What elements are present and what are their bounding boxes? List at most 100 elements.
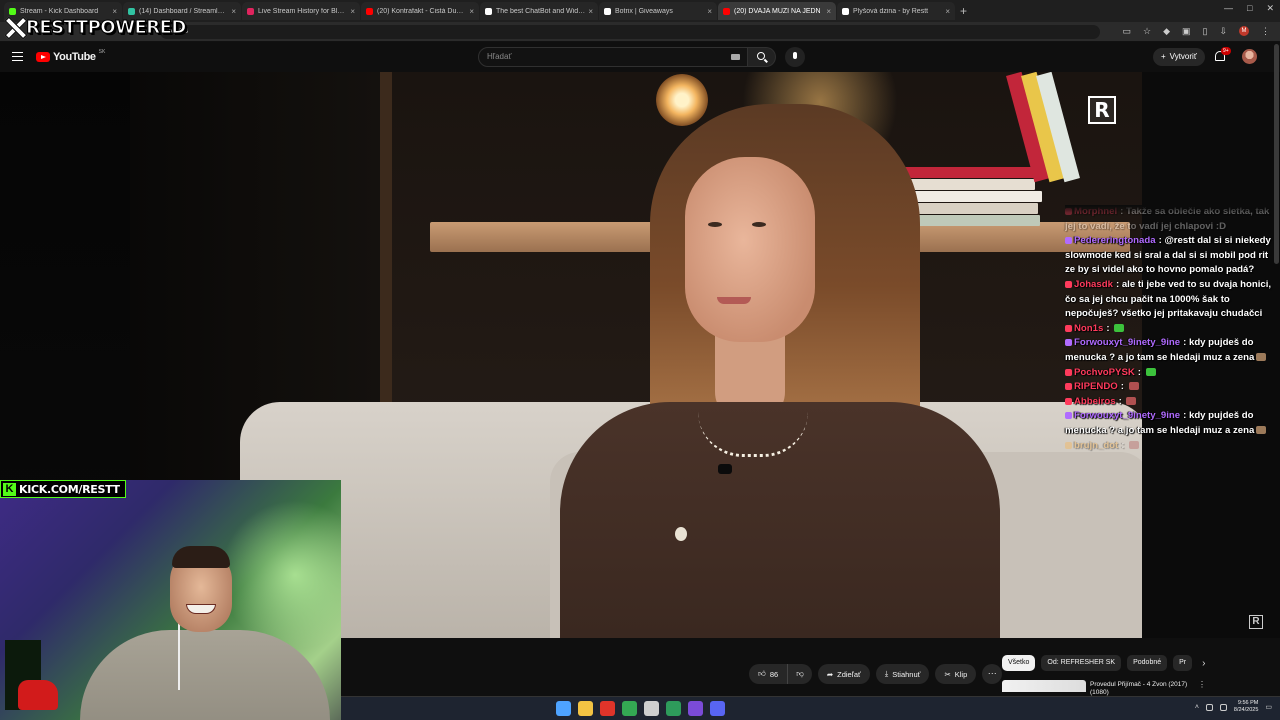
chat-emote-icon: [1145, 367, 1156, 376]
chat-badge-icon: [1065, 412, 1072, 420]
sidebar-icon[interactable]: ▯: [1203, 26, 1208, 37]
network-icon[interactable]: [1205, 703, 1213, 711]
tab-close-icon[interactable]: ×: [469, 7, 474, 16]
browser-tab[interactable]: (20) DVAJA MUŽI NA JEDN ×: [718, 2, 836, 20]
tab-close-icon[interactable]: ×: [588, 7, 593, 16]
close-window-button[interactable]: ✕: [1266, 3, 1274, 14]
video-subject-eye: [752, 222, 766, 227]
chat-username: Pedereringtonada: [1074, 235, 1156, 247]
extension-icon[interactable]: ◆: [1163, 26, 1170, 37]
video-scene-lamp: [656, 74, 708, 126]
voice-search-button[interactable]: [785, 47, 805, 67]
keyboard-icon[interactable]: [731, 54, 740, 60]
youtube-logo[interactable]: YouTube SK: [36, 49, 105, 63]
browser-toolbar-icons: ▭ ☆ ◆ ▣ ▯ ⇩ M ⋮: [1122, 26, 1270, 37]
chat-username: Abbeiros: [1074, 395, 1116, 407]
plus-icon: +: [1161, 52, 1166, 61]
account-avatar[interactable]: [1242, 49, 1257, 64]
like-button[interactable]: 👍︎ 86: [749, 664, 789, 684]
notification-center-icon[interactable]: ▭: [1265, 703, 1272, 711]
tab-close-icon[interactable]: ×: [350, 7, 355, 16]
kick-channel-badge: K KICK.COM/RESTT: [0, 480, 126, 498]
cast-icon[interactable]: ▭: [1122, 26, 1131, 37]
downloads-icon[interactable]: ⇩: [1219, 26, 1227, 37]
chat-separator: :: [1106, 322, 1113, 334]
more-actions-button[interactable]: ···: [982, 664, 1003, 684]
browser-tab[interactable]: Plyšová dzina - by Restt ×: [837, 2, 955, 20]
clock-time: 9:56 PM: [1237, 700, 1259, 706]
screen: Stream - Kick Dashboard × (14) Dashboard /…: [0, 0, 1280, 720]
youtube-header: YouTube SK Hľadať + Vytvoriť 9+: [0, 42, 1280, 72]
mascot-figure: [18, 680, 58, 710]
tab-favicon-icon: [723, 7, 730, 15]
tab-title: The best ChatBot and Widgets: [496, 7, 586, 15]
share-arrow-icon: ➦: [826, 669, 834, 679]
tray-chevron-icon[interactable]: ˄: [1195, 704, 1199, 711]
tab-close-icon[interactable]: ×: [826, 7, 831, 16]
chrome-icon[interactable]: [622, 701, 637, 716]
brave-browser-icon[interactable]: [600, 701, 615, 716]
search-button[interactable]: [748, 47, 776, 67]
start-icon[interactable]: [556, 701, 571, 716]
file-explorer-icon[interactable]: [578, 701, 593, 716]
minimize-button[interactable]: —: [1224, 3, 1233, 14]
search-icon: [757, 52, 765, 60]
browser-tab[interactable]: The best ChatBot and Widgets ×: [480, 2, 598, 20]
chat-emote-icon: [1129, 440, 1140, 449]
video-actions: 👍︎ 86 👎︎ ➦ Zdieľať ⤓ Stiahnuť ✂ Klip ···: [749, 664, 1003, 684]
tab-title: (20) Kontrafakt - Čistá Duša pr: [377, 7, 467, 15]
browser-tab[interactable]: (20) Kontrafakt - Čistá Duša pr ×: [361, 2, 479, 20]
volume-icon[interactable]: [1219, 703, 1227, 711]
download-button[interactable]: ⤓ Stiahnuť: [875, 664, 930, 684]
chat-username: Forwouxyt_9inety_9ine: [1074, 337, 1181, 349]
chips-next-icon[interactable]: ›: [1202, 658, 1205, 669]
maximize-button[interactable]: □: [1247, 3, 1252, 14]
chat-badge-icon: [1065, 441, 1072, 449]
page-scrollbar[interactable]: [1274, 44, 1279, 264]
obs-icon[interactable]: [688, 701, 703, 716]
extensions-puzzle-icon[interactable]: ▣: [1182, 26, 1191, 37]
chat-badge-icon: [1065, 383, 1072, 391]
browser-tab[interactable]: Live Stream History for Blerp S ×: [242, 2, 360, 20]
browser-tab[interactable]: Botrix | Giveaways ×: [599, 2, 717, 20]
app-icon[interactable]: [644, 701, 659, 716]
tab-favicon-icon: [842, 7, 849, 15]
clip-button[interactable]: ✂ Klip: [935, 664, 977, 684]
create-button[interactable]: + Vytvoriť: [1153, 48, 1205, 66]
bookmark-star-icon[interactable]: ☆: [1143, 26, 1151, 37]
recommendation-thumbnail[interactable]: [1002, 680, 1086, 692]
discord-icon[interactable]: [710, 701, 725, 716]
filter-chip[interactable]: Od: REFRESHER SK: [1041, 655, 1122, 671]
youtube-play-icon: [36, 52, 50, 62]
chat-message: Abbeiros:: [1065, 395, 1277, 410]
chat-badge-icon: [1065, 280, 1072, 288]
xbox-icon[interactable]: [666, 701, 681, 716]
share-label: Zdieľať: [837, 669, 861, 679]
share-button[interactable]: ➦ Zdieľať: [817, 664, 870, 684]
recommendation-item[interactable]: Provedul Přijímač - 4 Zvon (2017) (1080)…: [1002, 680, 1272, 696]
url-field[interactable]: A-bSB: [160, 25, 1100, 39]
recommendation-more-icon[interactable]: ⋮: [1198, 680, 1206, 689]
tab-close-icon[interactable]: ×: [231, 7, 236, 16]
filter-chip[interactable]: Podobné: [1127, 655, 1168, 671]
filter-chip[interactable]: Pr: [1173, 655, 1193, 671]
related-filter-chips: Všetko Od: REFRESHER SK Podobné Pr ›: [1002, 655, 1205, 671]
hamburger-menu-icon[interactable]: [12, 52, 23, 61]
recommendation-title[interactable]: Provedul Přijímač - 4 Zvon (2017) (1080): [1090, 681, 1200, 697]
tab-close-icon[interactable]: ×: [707, 7, 712, 16]
new-tab-button[interactable]: +: [960, 4, 967, 18]
notification-badge: 9+: [1221, 47, 1231, 55]
tab-close-icon[interactable]: ×: [945, 7, 950, 16]
tab-title: Live Stream History for Blerp S: [258, 7, 348, 15]
chat-fade-mask: [1065, 205, 1277, 213]
dislike-button[interactable]: 👎︎: [788, 664, 812, 684]
browser-menu-icon[interactable]: ⋮: [1261, 26, 1270, 37]
chat-message: Non1s:: [1065, 322, 1277, 337]
search-input[interactable]: Hľadať: [478, 47, 748, 67]
taskbar-clock[interactable]: 9:56 PM 8/24/2025: [1234, 700, 1258, 714]
profile-avatar[interactable]: M: [1239, 26, 1249, 36]
chat-badge-icon: [1065, 237, 1072, 245]
video-branding-watermark[interactable]: R: [1249, 615, 1263, 629]
filter-chip[interactable]: Všetko: [1002, 655, 1036, 671]
video-subject-mouth: [717, 297, 751, 304]
